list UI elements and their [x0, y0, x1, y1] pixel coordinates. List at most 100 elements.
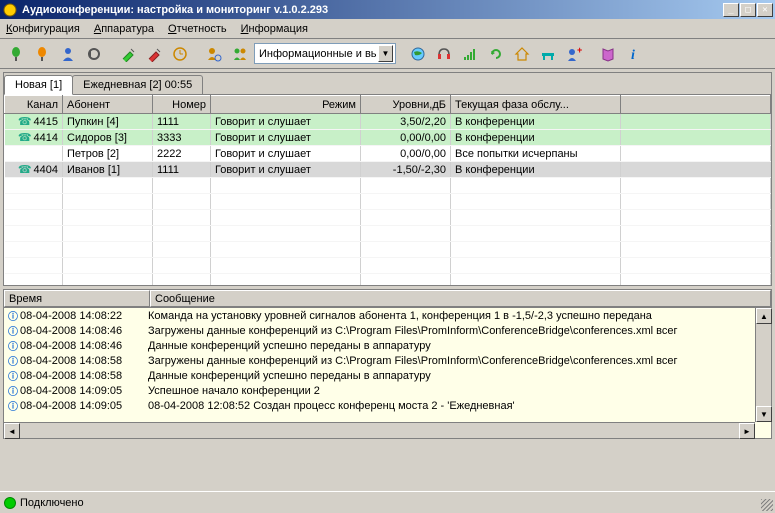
tool-user-settings-icon[interactable] [202, 42, 226, 66]
tab-daily[interactable]: Ежедневная [2] 00:55 [72, 75, 203, 94]
log-time: 08-04-2008 14:08:58 [20, 370, 148, 382]
col-levels[interactable]: Уровни,дБ [361, 96, 451, 114]
maximize-button[interactable]: □ [740, 3, 756, 17]
cell-phase: В конференции [451, 130, 621, 146]
cell-number: 1111 [153, 114, 211, 130]
menu-config[interactable]: Конфигурация [6, 23, 80, 35]
svg-text:+: + [577, 46, 582, 55]
tool-mic-orange-icon[interactable] [30, 42, 54, 66]
tab-new-label: Новая [1] [15, 79, 62, 91]
table-row-empty [5, 242, 771, 258]
log-scrollbar-horizontal[interactable]: ◄ ► [4, 422, 755, 438]
cell-channel: ☎4404 [5, 162, 63, 178]
menubar: Конфигурация Аппаратура Отчетность Инфор… [0, 19, 775, 39]
chevron-down-icon[interactable]: ▼ [378, 45, 393, 62]
table-row[interactable]: ☎4415Пупкин [4]1111Говорит и слушает3,50… [5, 114, 771, 130]
phone-icon: ☎ [18, 164, 32, 176]
tool-user-add-icon[interactable]: + [562, 42, 586, 66]
table-row[interactable]: Петров [2]2222Говорит и слушает0,00/0,00… [5, 146, 771, 162]
tool-signal-icon[interactable] [458, 42, 482, 66]
status-text: Подключено [20, 497, 84, 509]
tab-new[interactable]: Новая [1] [4, 75, 73, 95]
cell-abonent: Сидоров [3] [63, 130, 153, 146]
log-time: 08-04-2008 14:08:46 [20, 325, 148, 337]
tool-clock-icon[interactable] [168, 42, 192, 66]
window-title: Аудиоконференции: настройка и мониторинг… [22, 4, 723, 16]
tool-loop-icon[interactable] [82, 42, 106, 66]
info-icon: ⓘ [6, 383, 20, 398]
log-col-msg[interactable]: Сообщение [150, 290, 771, 307]
close-button[interactable]: ✕ [757, 3, 773, 17]
cell-abonent: Петров [2] [63, 146, 153, 162]
cell-mode: Говорит и слушает [211, 146, 361, 162]
log-row[interactable]: ⓘ08-04-2008 14:09:05Успешное начало конф… [4, 383, 771, 398]
menu-report-label: тчетность [177, 23, 227, 35]
table-row-empty [5, 258, 771, 274]
phone-icon: ☎ [18, 132, 32, 144]
cell-phase: Все попытки исчерпаны [451, 146, 621, 162]
log-row[interactable]: ⓘ08-04-2008 14:08:22Команда на установку… [4, 308, 771, 323]
cell-levels: 3,50/2,20 [361, 114, 451, 130]
col-abonent[interactable]: Абонент [63, 96, 153, 114]
resize-grip-icon[interactable] [761, 499, 773, 511]
log-row[interactable]: ⓘ08-04-2008 14:08:46Данные конференций у… [4, 338, 771, 353]
cell-channel [5, 146, 63, 162]
log-row[interactable]: ⓘ08-04-2008 14:08:58Данные конференций у… [4, 368, 771, 383]
log-col-time[interactable]: Время [4, 290, 150, 307]
scroll-down-icon[interactable]: ▼ [756, 406, 772, 422]
cell-levels: 0,00/0,00 [361, 130, 451, 146]
col-number[interactable]: Номер [153, 96, 211, 114]
info-icon: ⓘ [6, 353, 20, 368]
scroll-right-icon[interactable]: ► [739, 423, 755, 439]
tool-refresh-icon[interactable] [484, 42, 508, 66]
filter-combo-value: Информационные и вь [259, 48, 377, 60]
tool-world-icon[interactable] [406, 42, 430, 66]
cell-number: 2222 [153, 146, 211, 162]
menu-report[interactable]: Отчетность [168, 23, 227, 35]
log-header: Время Сообщение [4, 290, 771, 308]
log-row[interactable]: ⓘ08-04-2008 14:08:58Загружены данные кон… [4, 353, 771, 368]
tool-bridge-icon[interactable] [536, 42, 560, 66]
tool-book-icon[interactable] [596, 42, 620, 66]
log-row[interactable]: ⓘ08-04-2008 14:08:46Загружены данные кон… [4, 323, 771, 338]
cell-abonent: Пупкин [4] [63, 114, 153, 130]
scroll-up-icon[interactable]: ▲ [756, 308, 772, 324]
tool-home-icon[interactable] [510, 42, 534, 66]
filter-combo[interactable]: Информационные и вь ▼ [254, 43, 396, 64]
minimize-button[interactable]: _ [723, 3, 739, 17]
tool-mic-green-icon[interactable] [4, 42, 28, 66]
log-msg: Успешное начало конференции 2 [148, 385, 769, 397]
info-icon: ⓘ [6, 368, 20, 383]
phone-icon: ☎ [18, 116, 32, 128]
col-channel[interactable]: Канал [5, 96, 63, 114]
tabs-area: Новая [1] Ежедневная [2] 00:55 Канал Або… [3, 72, 772, 286]
col-phase[interactable]: Текущая фаза обслу... [451, 96, 621, 114]
tool-plug-green-icon[interactable] [116, 42, 140, 66]
log-row[interactable]: ⓘ08-04-2008 14:09:0508-04-2008 12:08:52 … [4, 398, 771, 413]
cell-number: 1111 [153, 162, 211, 178]
log-msg: Загружены данные конференций из C:\Progr… [148, 355, 769, 367]
cell-number: 3333 [153, 130, 211, 146]
log-scrollbar-vertical[interactable]: ▲ ▼ [755, 308, 771, 422]
log-time: 08-04-2008 14:08:46 [20, 340, 148, 352]
log-time: 08-04-2008 14:08:58 [20, 355, 148, 367]
tool-headset-icon[interactable] [432, 42, 456, 66]
info-icon: ⓘ [6, 338, 20, 353]
tool-user-blue-icon[interactable] [56, 42, 80, 66]
info-icon: ⓘ [6, 398, 20, 413]
tool-plug-red-icon[interactable] [142, 42, 166, 66]
menu-config-label: онфигурация [12, 23, 79, 35]
table-row[interactable]: ☎4414Сидоров [3]3333Говорит и слушает0,0… [5, 130, 771, 146]
menu-info[interactable]: Информация [241, 23, 308, 35]
info-icon: ⓘ [6, 323, 20, 338]
col-mode[interactable]: Режим [211, 96, 361, 114]
tool-users-icon[interactable] [228, 42, 252, 66]
menu-info-label: нформация [249, 23, 308, 35]
tool-info-icon[interactable]: i [622, 42, 646, 66]
table-row[interactable]: ☎4404Иванов [1]1111Говорит и слушает-1,5… [5, 162, 771, 178]
log-msg: Загружены данные конференций из C:\Progr… [148, 325, 769, 337]
table-row-empty [5, 226, 771, 242]
menu-hardware[interactable]: Аппаратура [94, 23, 154, 35]
table-row-empty [5, 274, 771, 286]
scroll-left-icon[interactable]: ◄ [4, 423, 20, 439]
